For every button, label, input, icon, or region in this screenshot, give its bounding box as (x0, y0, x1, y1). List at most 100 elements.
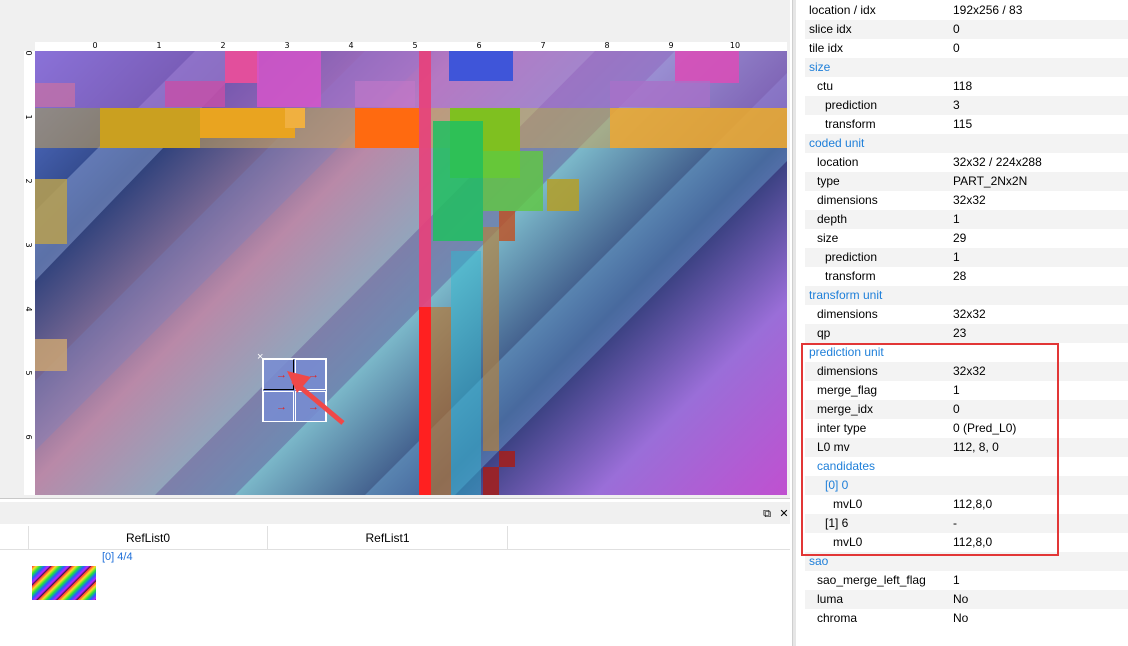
property-row[interactable]: inter type 0 (Pred_L0) (805, 419, 1128, 438)
property-key: sao_merge_left_flag (817, 573, 926, 587)
sub-block-bottom-left[interactable]: → (263, 391, 294, 422)
panel-splitter[interactable] (792, 0, 796, 646)
property-value: 112,8,0 (953, 497, 993, 511)
property-value: No (953, 611, 969, 625)
property-value: 23 (953, 326, 967, 340)
property-section[interactable]: prediction unit (805, 343, 1128, 362)
ref-entry-label[interactable]: [0] 4/4 (102, 551, 133, 563)
ruler-x-tick: 1 (156, 41, 162, 50)
property-row[interactable]: sao_merge_left_flag 1 (805, 571, 1128, 590)
property-row[interactable]: depth 1 (805, 210, 1128, 229)
property-row[interactable]: dimensions 32x32 (805, 191, 1128, 210)
property-row[interactable]: ctu 118 (805, 77, 1128, 96)
ruler-y-tick: 6 (24, 434, 33, 440)
vertical-ruler: 0 1 2 3 4 5 6 (24, 50, 35, 495)
property-row[interactable]: tile idx 0 (805, 39, 1128, 58)
property-row[interactable]: location 32x32 / 224x288 (805, 153, 1128, 172)
property-value: 1 (953, 250, 960, 264)
property-key: slice idx (809, 22, 852, 36)
property-section[interactable]: size (805, 58, 1128, 77)
ruler-x-tick: 8 (604, 41, 610, 50)
property-row[interactable]: L0 mv 112, 8, 0 (805, 438, 1128, 457)
ruler-y-tick: 0 (24, 50, 33, 56)
property-key: candidates (817, 459, 876, 473)
motion-vector-arrow: → (276, 401, 287, 413)
property-row[interactable]: type PART_2Nx2N (805, 172, 1128, 191)
property-key: [0] 0 (825, 478, 849, 492)
property-section[interactable]: transform unit (805, 286, 1128, 305)
property-key: size (817, 231, 839, 245)
ruler-y-tick: 2 (24, 178, 33, 184)
property-value: 1 (953, 573, 960, 587)
property-key: mvL0 (833, 497, 863, 511)
property-value: 3 (953, 98, 960, 112)
property-row[interactable]: dimensions 32x32 (805, 305, 1128, 324)
property-value: PART_2Nx2N (953, 174, 1028, 188)
property-row[interactable]: prediction 1 (805, 248, 1128, 267)
property-value: 0 (Pred_L0) (953, 421, 1017, 435)
property-section[interactable]: [0] 0 (805, 476, 1128, 495)
property-key: dimensions (817, 307, 878, 321)
property-row[interactable]: transform 115 (805, 115, 1128, 134)
video-frame-canvas[interactable]: × → → → → (35, 51, 787, 495)
property-section[interactable]: candidates (805, 457, 1128, 476)
reference-list-panel: ⧉ ✕ RefList0 RefList1 [0] 4/4 (0, 498, 790, 646)
ruler-y-tick: 4 (24, 306, 33, 312)
property-row[interactable]: location / idx 192x256 / 83 (805, 1, 1128, 20)
property-key: dimensions (817, 193, 878, 207)
ruler-y-tick: 5 (24, 370, 33, 376)
panel-titlebar: ⧉ ✕ (0, 502, 790, 524)
property-key: ctu (817, 79, 834, 93)
property-row[interactable]: slice idx 0 (805, 20, 1128, 39)
ruler-x-tick: 5 (412, 41, 418, 50)
property-row[interactable]: qp 23 (805, 324, 1128, 343)
ruler-x-tick: 6 (476, 41, 482, 50)
property-key: location (817, 155, 859, 169)
block-overlay (35, 51, 787, 495)
property-key: qp (817, 326, 831, 340)
property-value: 0 (953, 22, 960, 36)
property-key: merge_idx (817, 402, 874, 416)
column-reflist1[interactable]: RefList1 (268, 526, 508, 550)
property-key: dimensions (817, 364, 878, 378)
property-row[interactable]: mvL0 112,8,0 (805, 533, 1128, 552)
property-key: mvL0 (833, 535, 863, 549)
property-row[interactable]: chroma No (805, 609, 1128, 628)
property-row[interactable]: merge_flag 1 (805, 381, 1128, 400)
property-key: transform (825, 269, 876, 283)
ruler-y-tick: 1 (24, 114, 33, 120)
property-row[interactable]: merge_idx 0 (805, 400, 1128, 419)
reference-frame-thumbnail[interactable] (32, 566, 96, 600)
property-row[interactable]: luma No (805, 590, 1128, 609)
property-value: 112,8,0 (953, 535, 993, 549)
property-section[interactable]: sao (805, 552, 1128, 571)
property-tree[interactable]: location / idx 192x256 / 83 slice idx 0 tile… (805, 0, 1128, 646)
property-row[interactable]: prediction 3 (805, 96, 1128, 115)
frame-viewer[interactable]: 0 1 2 3 4 5 6 7 8 9 10 0123456 × → → → → (0, 0, 790, 498)
sub-block-top-left[interactable]: → (263, 359, 294, 390)
property-row[interactable]: dimensions 32x32 (805, 362, 1128, 381)
property-key: [1] 6 (825, 516, 849, 530)
close-panel-icon[interactable]: ✕ (777, 507, 791, 521)
property-row[interactable]: mvL0 112,8,0 (805, 495, 1128, 514)
sub-block-top-right[interactable]: → (295, 359, 326, 390)
property-value: No (953, 592, 969, 606)
property-section[interactable]: coded unit (805, 134, 1128, 153)
property-key: type (817, 174, 840, 188)
property-row[interactable]: [1] 6 - (805, 514, 1128, 533)
property-row[interactable]: transform 28 (805, 267, 1128, 286)
ruler-x-tick: 9 (668, 41, 674, 50)
property-key: sao (809, 554, 829, 568)
property-value: 29 (953, 231, 967, 245)
column-reflist0[interactable]: RefList0 (28, 526, 268, 550)
property-row[interactable]: size 29 (805, 229, 1128, 248)
float-panel-icon[interactable]: ⧉ (760, 507, 774, 521)
motion-vector-arrow: → (308, 369, 319, 381)
property-key: transform unit (809, 288, 883, 302)
motion-vector-arrow: → (276, 369, 287, 381)
property-value: 115 (953, 117, 973, 131)
selected-prediction-block[interactable]: → → → → (262, 358, 327, 422)
sub-block-bottom-right[interactable]: → (295, 391, 326, 422)
property-key: inter type (817, 421, 867, 435)
motion-vector-arrow: → (308, 401, 319, 413)
